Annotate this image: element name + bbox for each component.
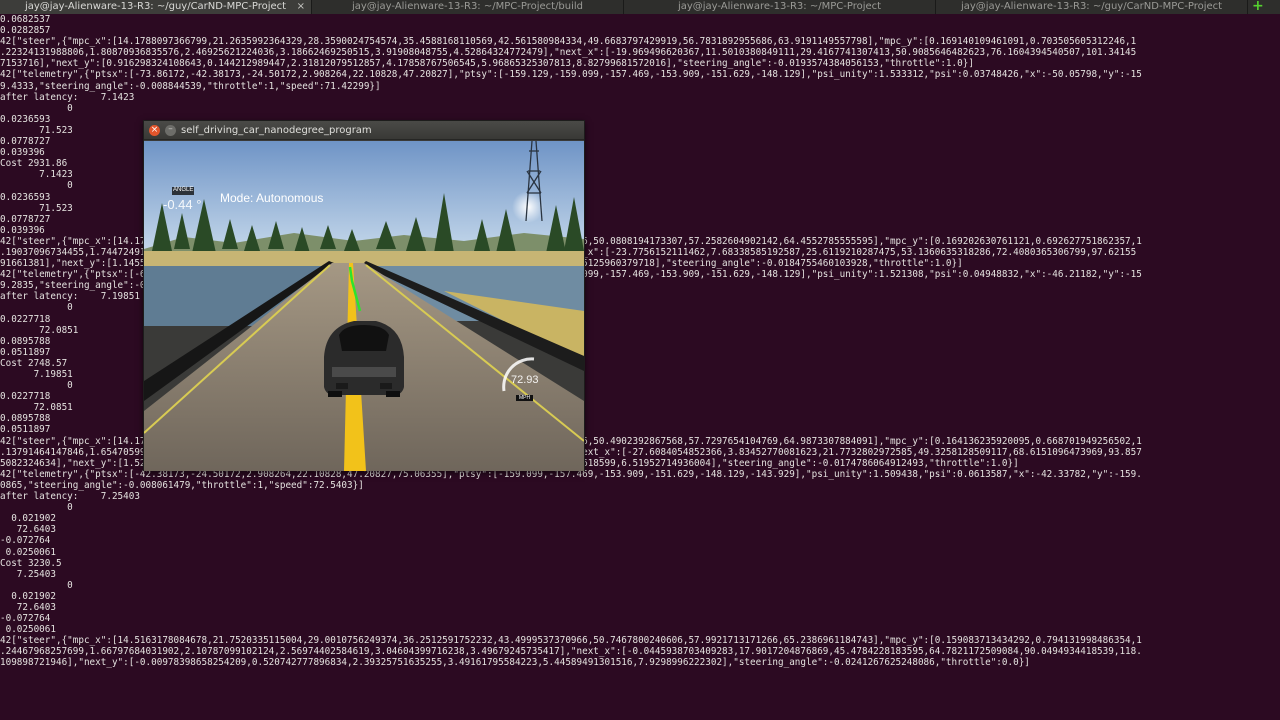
terminal-line: 0.0250061 [0,624,56,636]
terminal-line: 109898721946],"next_y":[-0.0097839865825… [0,657,1030,669]
angle-label: ANGLE [173,187,194,193]
tab-terminal-4[interactable]: jay@jay-Alienware-13-R3: ~/guy/CarND-MPC… [936,0,1248,14]
terminal-line: 72.6403 [0,601,56,613]
terminal-line: 0.0282857 [0,25,51,37]
plus-icon: + [1252,0,1264,14]
terminal-line: 0 [0,579,73,591]
tab-terminal-1[interactable]: jay@jay-Alienware-13-R3: ~/guy/CarND-MPC… [0,0,312,14]
tab-label: jay@jay-Alienware-13-R3: ~/guy/CarND-MPC… [960,1,1223,12]
terminal-tab-bar: jay@jay-Alienware-13-R3: ~/guy/CarND-MPC… [0,0,1280,14]
window-title: self_driving_car_nanodegree_program [181,125,372,136]
terminal-line: 7153716],"next_y":[0.916298324108643,0.1… [0,58,974,70]
terminal-line: 7.25403 [0,568,56,580]
terminal-line: 42["steer",{"mpc_x":[14.5163178084678,21… [0,635,1142,647]
terminal-line: Cost 3230.5 [0,557,62,569]
tab-label: jay@jay-Alienware-13-R3: ~/guy/CarND-MPC… [24,1,287,12]
terminal-line: 0 [0,102,73,114]
terminal-line: 0 [0,502,73,514]
terminal-line: .22324131988806,1.80870936835576,2.46925… [0,47,1137,59]
terminal-line: .24467968257699,1.66797684031902,2.10787… [0,646,1142,658]
tab-terminal-3[interactable]: jay@jay-Alienware-13-R3: ~/MPC-Project [624,0,936,14]
terminal-line: after latency: 7.1423 [0,91,135,103]
close-icon[interactable]: × [149,125,160,136]
tab-label: jay@jay-Alienware-13-R3: ~/MPC-Project [677,1,882,12]
simulator-window[interactable]: × – self_driving_car_nanodegree_program [143,120,585,471]
terminal-line: 72.6403 [0,524,56,536]
close-icon[interactable]: × [297,0,305,13]
simulator-titlebar[interactable]: × – self_driving_car_nanodegree_program [144,121,584,140]
terminal-line: 42["steer",{"mpc_x":[14.1788097366799,21… [0,36,1137,48]
new-tab-button[interactable]: + [1248,0,1280,14]
terminal-line: 0.0682537 [0,14,51,25]
steering-angle-value: -0.44 ° [163,197,202,212]
speed-unit: MPH [516,395,534,401]
simulator-viewport[interactable]: ANGLE -0.44 ° Mode: Autonomous 72.93 MPH [144,141,584,471]
terminal-line: 0.021902 [0,590,56,602]
speed-value: 72.93 [511,374,539,386]
terminal-line: -0.072764 [0,535,51,547]
minimize-icon[interactable]: – [165,125,176,136]
terminal-line: 42["telemetry",{"ptsx":[-73.86172,-42.38… [0,69,1142,81]
tab-label: jay@jay-Alienware-13-R3: ~/MPC-Project/b… [351,1,584,12]
terminal-line: 0.021902 [0,513,56,525]
terminal-line: -0.072764 [0,613,51,625]
terminal-line: 9.4333,"steering_angle":-0.008844539,"th… [0,80,381,92]
tab-terminal-2[interactable]: jay@jay-Alienware-13-R3: ~/MPC-Project/b… [312,0,624,14]
mode-label: Mode: Autonomous [220,191,324,205]
terminal-line: 0.0250061 [0,546,56,558]
driving-scene [144,141,584,471]
terminal-line: 0865,"steering_angle":-0.008061479,"thro… [0,479,364,491]
car [324,321,404,397]
terminal-line: after latency: 7.25403 [0,491,140,503]
